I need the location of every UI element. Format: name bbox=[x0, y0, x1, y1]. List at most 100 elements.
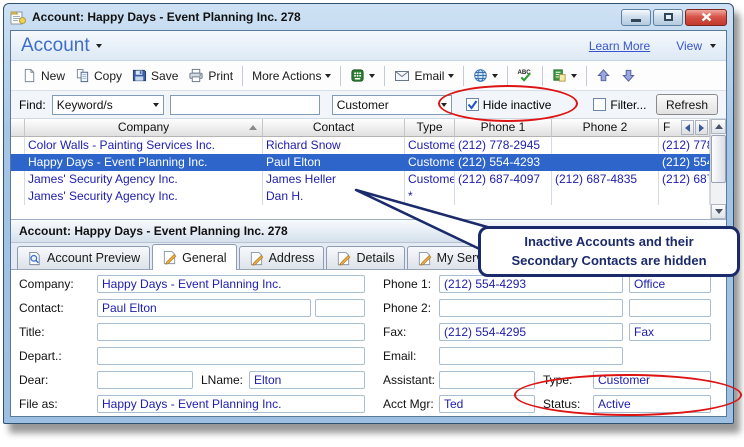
type-label: Type: bbox=[543, 371, 572, 389]
toolbar-separator bbox=[242, 66, 243, 86]
screenshot-canvas: Account: Happy Days - Event Planning Inc… bbox=[0, 0, 744, 447]
sort-ascending-icon bbox=[249, 125, 257, 130]
learn-more-link[interactable]: Learn More bbox=[589, 39, 650, 53]
page-edit-icon bbox=[336, 251, 351, 266]
dear-field[interactable] bbox=[97, 371, 193, 389]
app-window: Account: Happy Days - Event Planning Inc… bbox=[3, 3, 734, 424]
filter-label: Filter... bbox=[610, 98, 646, 112]
phone2-type-field[interactable] bbox=[629, 299, 711, 317]
acct-mgr-field[interactable]: Ted bbox=[439, 395, 535, 413]
scroll-left-button[interactable] bbox=[681, 120, 694, 135]
type-filter-combo[interactable]: Customer bbox=[332, 95, 452, 115]
scroll-left-icon bbox=[685, 124, 690, 132]
status-field[interactable]: Active bbox=[593, 395, 711, 413]
column-header-contact[interactable]: Contact bbox=[263, 119, 405, 137]
hide-inactive-checkbox[interactable] bbox=[466, 98, 479, 111]
column-header-phone1[interactable]: Phone 1 bbox=[455, 119, 552, 137]
spellcheck-button[interactable]: ABC bbox=[512, 65, 538, 86]
phone2-label: Phone 2: bbox=[383, 299, 431, 317]
fax-type-field[interactable]: Fax bbox=[629, 323, 711, 341]
status-label: Status: bbox=[543, 395, 580, 413]
print-icon bbox=[188, 68, 204, 83]
save-icon bbox=[132, 68, 147, 83]
depart-field[interactable] bbox=[97, 347, 365, 365]
minimize-button[interactable] bbox=[621, 9, 651, 26]
scrollbar-thumb[interactable] bbox=[711, 135, 726, 183]
depart-label: Depart.: bbox=[19, 347, 62, 365]
maximize-button[interactable] bbox=[653, 9, 683, 26]
column-header-company[interactable]: Company bbox=[25, 119, 263, 137]
hide-inactive-checkbox-group[interactable]: Hide inactive bbox=[466, 98, 552, 112]
print-button[interactable]: Print bbox=[183, 65, 238, 86]
tab-details[interactable]: Details bbox=[326, 246, 404, 269]
phone2-field[interactable] bbox=[439, 299, 623, 317]
page-edit-icon bbox=[162, 250, 177, 265]
results-grid: Company Contact Type Phone 1 Phone 2 F bbox=[11, 119, 726, 219]
title-field[interactable] bbox=[97, 323, 365, 341]
tab-address[interactable]: Address bbox=[239, 246, 325, 269]
filter-checkbox-group[interactable]: Filter... bbox=[593, 98, 646, 112]
contact-extra-field[interactable] bbox=[315, 299, 365, 317]
tab-account-preview[interactable]: Account Preview bbox=[17, 246, 150, 269]
move-down-button[interactable] bbox=[616, 65, 641, 86]
view-menu[interactable]: View bbox=[676, 39, 716, 53]
find-label: Find: bbox=[19, 98, 46, 112]
column-header-type[interactable]: Type bbox=[405, 119, 455, 137]
vertical-scrollbar[interactable] bbox=[710, 119, 726, 219]
web-button[interactable] bbox=[468, 65, 503, 86]
window-title: Account: Happy Days - Event Planning Inc… bbox=[32, 10, 301, 24]
phone1-type-field[interactable]: Office bbox=[629, 275, 711, 293]
tab-general[interactable]: General bbox=[152, 244, 236, 270]
export-icon bbox=[552, 68, 567, 83]
move-up-button[interactable] bbox=[591, 65, 616, 86]
company-field[interactable]: Happy Days - Event Planning Inc. bbox=[97, 275, 365, 293]
grid-header-gutter bbox=[11, 119, 25, 137]
assistant-field[interactable] bbox=[439, 371, 535, 389]
annotation-line1: Inactive Accounts and their bbox=[524, 233, 693, 252]
dropdown-caret-icon bbox=[710, 44, 716, 48]
export-button[interactable] bbox=[547, 65, 582, 86]
page-edit-icon bbox=[417, 251, 432, 266]
email-button[interactable]: Email bbox=[389, 66, 459, 86]
email-icon bbox=[394, 69, 410, 83]
phone1-field[interactable]: (212) 554-4293 bbox=[439, 275, 623, 293]
table-row[interactable]: Color Walls - Painting Services Inc. Ric… bbox=[11, 137, 710, 154]
phone1-label: Phone 1: bbox=[383, 275, 431, 293]
toolbar-separator bbox=[340, 66, 341, 86]
table-row[interactable]: James' Security Agency Inc. Dan H. * bbox=[11, 188, 710, 205]
dial-phone-button[interactable] bbox=[345, 65, 380, 86]
window-controls bbox=[621, 9, 727, 26]
new-button[interactable]: New bbox=[17, 65, 70, 86]
toolbar-separator bbox=[586, 66, 587, 86]
table-row-selected[interactable]: Happy Days - Event Planning Inc. Paul El… bbox=[11, 154, 710, 171]
search-field-combo[interactable]: Keyword/s bbox=[52, 95, 164, 115]
title-label: Title: bbox=[19, 323, 45, 341]
search-input[interactable] bbox=[170, 95, 320, 115]
email-field[interactable] bbox=[439, 347, 623, 365]
save-button[interactable]: Save bbox=[127, 65, 183, 86]
toolbar-separator bbox=[507, 66, 508, 86]
view-menu-label: View bbox=[676, 39, 702, 53]
account-menu[interactable]: Account bbox=[21, 35, 102, 57]
column-header-fax[interactable]: F bbox=[659, 119, 710, 137]
copy-button[interactable]: Copy bbox=[70, 65, 127, 86]
scroll-down-button[interactable] bbox=[711, 204, 726, 219]
table-row[interactable]: James' Security Agency Inc. James Heller… bbox=[11, 171, 710, 188]
move-up-icon bbox=[596, 68, 611, 83]
spellcheck-icon: ABC bbox=[517, 68, 533, 83]
close-button[interactable] bbox=[685, 9, 727, 26]
tab-label: Details bbox=[356, 251, 394, 265]
lname-field[interactable]: Elton bbox=[249, 371, 365, 389]
fax-field[interactable]: (212) 554-4295 bbox=[439, 323, 623, 341]
fax-label: Fax: bbox=[383, 323, 406, 341]
contact-field[interactable]: Paul Elton bbox=[97, 299, 311, 317]
more-actions-button[interactable]: More Actions bbox=[247, 66, 336, 86]
file-as-field[interactable]: Happy Days - Event Planning Inc. bbox=[97, 395, 365, 413]
refresh-button[interactable]: Refresh bbox=[656, 94, 718, 115]
filter-checkbox[interactable] bbox=[593, 98, 606, 111]
column-header-phone2[interactable]: Phone 2 bbox=[552, 119, 659, 137]
scroll-right-button[interactable] bbox=[695, 120, 708, 135]
type-field[interactable]: Customer bbox=[593, 371, 711, 389]
email-button-label: Email bbox=[414, 69, 444, 83]
scroll-up-button[interactable] bbox=[711, 119, 726, 134]
